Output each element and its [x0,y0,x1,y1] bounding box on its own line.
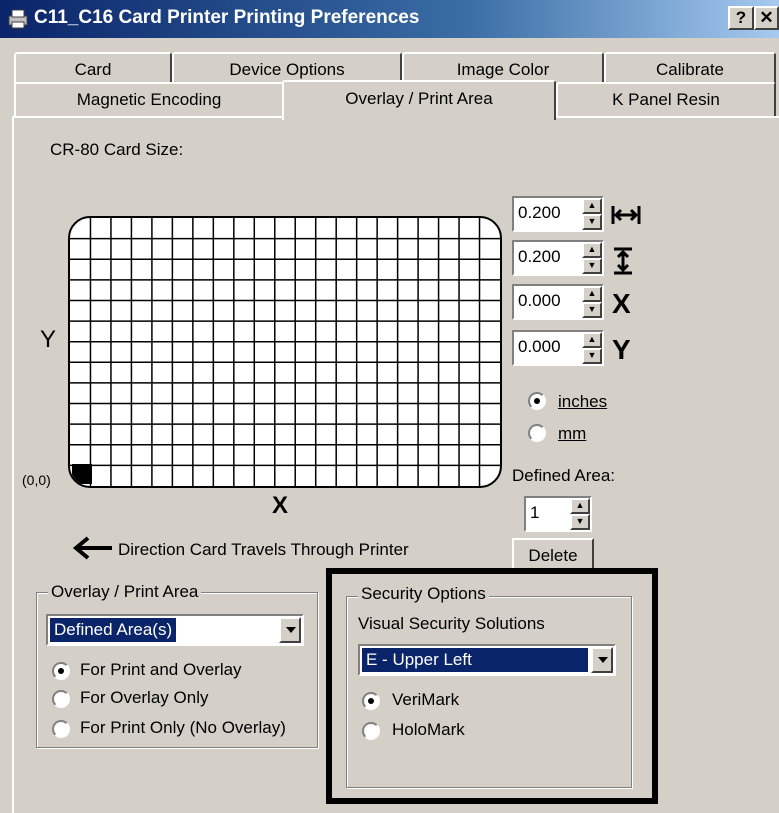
overlay-dropdown-value[interactable]: Defined Area(s) [48,617,178,643]
grid-lines [70,218,500,486]
x-offset-label: X [612,288,631,319]
spin-down-icon[interactable]: ▼ [582,302,602,318]
chevron-down-icon[interactable] [279,617,301,643]
help-button[interactable]: ? [728,6,754,30]
spin-down-icon[interactable]: ▼ [582,258,602,274]
card-size-label: CR-80 Card Size: [50,140,184,159]
y-offset-spinner[interactable]: 0.000 ▲ ▼ [512,330,604,366]
defined-area-spinner[interactable]: 1 ▲ ▼ [524,496,592,532]
spin-up-icon[interactable]: ▲ [582,198,602,214]
x-offset-value[interactable]: 0.000 [518,291,561,311]
height-arrows-icon [614,247,632,275]
title-bar: C11_C16 Card Printer Printing Preference… [0,0,779,38]
print-only-radio[interactable] [52,720,70,738]
printer-icon [8,9,28,29]
card-print-area-grid[interactable] [68,216,502,488]
overlay-only-label[interactable]: For Overlay Only [80,688,208,708]
width-spinner[interactable]: 0.200 ▲ ▼ [512,196,604,232]
print-and-overlay-label[interactable]: For Print and Overlay [80,660,242,680]
verimark-radio[interactable] [362,692,380,710]
width-value[interactable]: 0.200 [518,203,561,223]
close-button[interactable]: ✕ [754,6,779,30]
window-title: C11_C16 Card Printer Printing Preference… [34,7,420,28]
spin-down-icon[interactable]: ▼ [570,514,590,530]
spin-down-icon[interactable]: ▼ [582,348,602,364]
overlay-only-radio[interactable] [52,690,70,708]
security-group-title: Security Options [358,584,489,604]
y-axis-label: Y [40,326,57,353]
y-offset-label: Y [612,334,631,365]
width-arrows-icon [611,206,641,224]
verimark-label[interactable]: VeriMark [392,690,459,710]
mm-radio[interactable] [528,424,546,442]
spin-up-icon[interactable]: ▲ [570,498,590,514]
chevron-down-icon[interactable] [591,647,613,673]
y-offset-value[interactable]: 0.000 [518,337,561,357]
height-value[interactable]: 0.200 [518,247,561,267]
holomark-label[interactable]: HoloMark [392,720,465,740]
visual-security-label: Visual Security Solutions [358,614,545,633]
mm-label[interactable]: mm [558,424,586,444]
print-only-label[interactable]: For Print Only (No Overlay) [80,718,286,738]
x-offset-spinner[interactable]: 0.000 ▲ ▼ [512,284,604,320]
inches-radio[interactable] [528,392,546,410]
tab-k-panel-resin[interactable]: K Panel Resin [556,82,776,118]
holomark-radio[interactable] [362,722,380,740]
print-and-overlay-radio[interactable] [52,662,70,680]
inches-label[interactable]: inches [558,392,607,412]
overlay-group-title: Overlay / Print Area [48,582,202,602]
direction-text: Direction Card Travels Through Printer [118,540,409,559]
spin-down-icon[interactable]: ▼ [582,214,602,230]
arrow-left-icon [72,536,112,560]
defined-area-value[interactable]: 1 [530,503,539,523]
spin-up-icon[interactable]: ▲ [582,286,602,302]
overlay-dropdown[interactable]: Defined Area(s) [46,614,304,646]
defined-area-marker[interactable] [72,464,92,484]
spin-up-icon[interactable]: ▲ [582,242,602,258]
x-axis-label: X [272,492,289,519]
height-spinner[interactable]: 0.200 ▲ ▼ [512,240,604,276]
tab-magnetic-encoding[interactable]: Magnetic Encoding [14,82,284,118]
security-dropdown[interactable]: E - Upper Left [358,644,616,676]
spin-up-icon[interactable]: ▲ [582,332,602,348]
tab-overlay-print-area[interactable]: Overlay / Print Area [282,80,556,120]
origin-label: (0,0) [22,472,51,488]
security-dropdown-value[interactable]: E - Upper Left [361,647,589,673]
defined-area-label: Defined Area: [512,466,616,485]
